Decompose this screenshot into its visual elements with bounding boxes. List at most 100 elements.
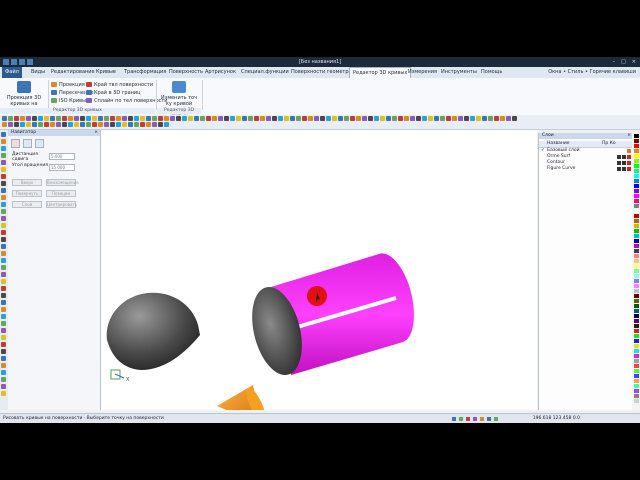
layer-button[interactable]: Слой [12, 201, 42, 208]
toolbar-tool-icon[interactable] [254, 116, 259, 121]
toolbar-tool-icon[interactable] [116, 116, 121, 121]
tab-help[interactable]: Помощь [478, 67, 505, 78]
toolbar-tool-icon[interactable] [128, 122, 133, 127]
lock-icon[interactable] [622, 161, 626, 165]
toolbar-tool-icon[interactable] [62, 116, 67, 121]
toolbar-tool-icon[interactable] [128, 116, 133, 121]
drawing-tool-icon[interactable] [1, 188, 6, 193]
drawing-tool-icon[interactable] [1, 167, 6, 172]
palette-color-swatch[interactable] [633, 344, 639, 348]
drawing-tool-icon[interactable] [1, 328, 6, 333]
toolbar-tool-icon[interactable] [500, 116, 505, 121]
drawing-tool-icon[interactable] [1, 202, 6, 207]
palette-color-swatch[interactable] [633, 399, 639, 403]
layer-status-icon[interactable] [473, 417, 477, 421]
layer-color-swatch[interactable] [627, 155, 631, 159]
drawing-tool-icon[interactable] [1, 286, 6, 291]
positions-button[interactable]: Позиции [46, 190, 76, 197]
toolbar-tool-icon[interactable] [80, 116, 85, 121]
palette-color-swatch[interactable] [633, 384, 639, 388]
toolbar-tool-icon[interactable] [152, 116, 157, 121]
maximize-icon[interactable]: □ [621, 57, 626, 67]
lock-icon[interactable] [622, 167, 626, 171]
toolbar-tool-icon[interactable] [98, 116, 103, 121]
toolbar-tool-icon[interactable] [80, 122, 85, 127]
toolbar-tool-icon[interactable] [422, 116, 427, 121]
toolbar-tool-icon[interactable] [374, 116, 379, 121]
toolbar-tool-icon[interactable] [98, 122, 103, 127]
toolbar-tool-icon[interactable] [86, 122, 91, 127]
drawing-tool-icon[interactable] [1, 349, 6, 354]
minimize-icon[interactable]: – [613, 57, 616, 67]
toolbar-tool-icon[interactable] [104, 122, 109, 127]
toolbar-tool-icon[interactable] [296, 116, 301, 121]
palette-color-swatch[interactable] [633, 294, 639, 298]
palette-color-swatch[interactable] [633, 184, 639, 188]
3d-viewport[interactable]: X [101, 130, 537, 423]
toolbar-tool-icon[interactable] [302, 116, 307, 121]
palette-color-swatch[interactable] [633, 374, 639, 378]
drawing-tool-icon[interactable] [1, 195, 6, 200]
drawing-tool-icon[interactable] [1, 300, 6, 305]
toolbar-tool-icon[interactable] [140, 122, 145, 127]
offset-button[interactable]: Внизсмещение [46, 179, 79, 186]
toolbar-tool-icon[interactable] [446, 116, 451, 121]
units-icon[interactable] [480, 417, 484, 421]
surface-edge-button[interactable]: Край твл поверхности [86, 81, 153, 88]
palette-color-swatch[interactable] [633, 224, 639, 228]
drawing-tool-icon[interactable] [1, 132, 6, 137]
palette-color-swatch[interactable] [633, 349, 639, 353]
rotate-mode-icon[interactable] [11, 139, 20, 148]
toolbar-tool-icon[interactable] [56, 116, 61, 121]
toolbar-tool-icon[interactable] [290, 116, 295, 121]
toolbar-tool-icon[interactable] [8, 116, 13, 121]
palette-color-swatch[interactable] [633, 189, 639, 193]
palette-color-swatch[interactable] [633, 149, 639, 153]
drawing-tool-icon[interactable] [1, 146, 6, 151]
toolbar-tool-icon[interactable] [158, 122, 163, 127]
toolbar-tool-icon[interactable] [14, 116, 19, 121]
edit-curve-point-button[interactable]: Изменить точ ку кривой [160, 81, 198, 107]
palette-color-swatch[interactable] [633, 154, 639, 158]
move-mode-icon[interactable] [23, 139, 32, 148]
toolbar-tool-icon[interactable] [68, 122, 73, 127]
tab-artdrawing[interactable]: Артрисунок [202, 67, 239, 78]
toolbar-tool-icon[interactable] [362, 116, 367, 121]
toolbar-tool-icon[interactable] [230, 116, 235, 121]
palette-color-swatch[interactable] [633, 249, 639, 253]
toolbar-tool-icon[interactable] [2, 122, 7, 127]
toolbar-tool-icon[interactable] [14, 122, 19, 127]
palette-color-swatch[interactable] [633, 174, 639, 178]
palette-color-swatch[interactable] [633, 229, 639, 233]
toolbar-tool-icon[interactable] [122, 116, 127, 121]
palette-color-swatch[interactable] [633, 314, 639, 318]
toolbar-tool-icon[interactable] [476, 116, 481, 121]
drawing-tool-icon[interactable] [1, 223, 6, 228]
palette-color-swatch[interactable] [633, 324, 639, 328]
drawing-tool-icon[interactable] [1, 139, 6, 144]
palette-color-swatch[interactable] [633, 259, 639, 263]
palette-color-swatch[interactable] [633, 369, 639, 373]
drawing-tool-icon[interactable] [1, 265, 6, 270]
tab-editing[interactable]: Редактирование [48, 67, 98, 78]
toolbar-tool-icon[interactable] [512, 116, 517, 121]
up-button[interactable]: Вверх [12, 179, 42, 186]
toolbar-tool-icon[interactable] [32, 116, 37, 121]
drawing-tool-icon[interactable] [1, 321, 6, 326]
toolbar-tool-icon[interactable] [8, 122, 13, 127]
toolbar-tool-icon[interactable] [62, 122, 67, 127]
toolbar-tool-icon[interactable] [314, 116, 319, 121]
toolbar-tool-icon[interactable] [140, 116, 145, 121]
zoom-mode-icon[interactable] [35, 139, 44, 148]
ortho-icon[interactable] [466, 417, 470, 421]
toolbar-tool-icon[interactable] [470, 116, 475, 121]
drawing-tool-icon[interactable] [1, 335, 6, 340]
layer-color-swatch[interactable] [627, 149, 631, 153]
view-icon[interactable] [487, 417, 491, 421]
palette-color-swatch[interactable] [633, 139, 639, 143]
toolbar-tool-icon[interactable] [410, 116, 415, 121]
scene-canvas[interactable]: X [101, 130, 537, 423]
palette-color-swatch[interactable] [633, 179, 639, 183]
toolbar-tool-icon[interactable] [164, 116, 169, 121]
drawing-tool-icon[interactable] [1, 391, 6, 396]
